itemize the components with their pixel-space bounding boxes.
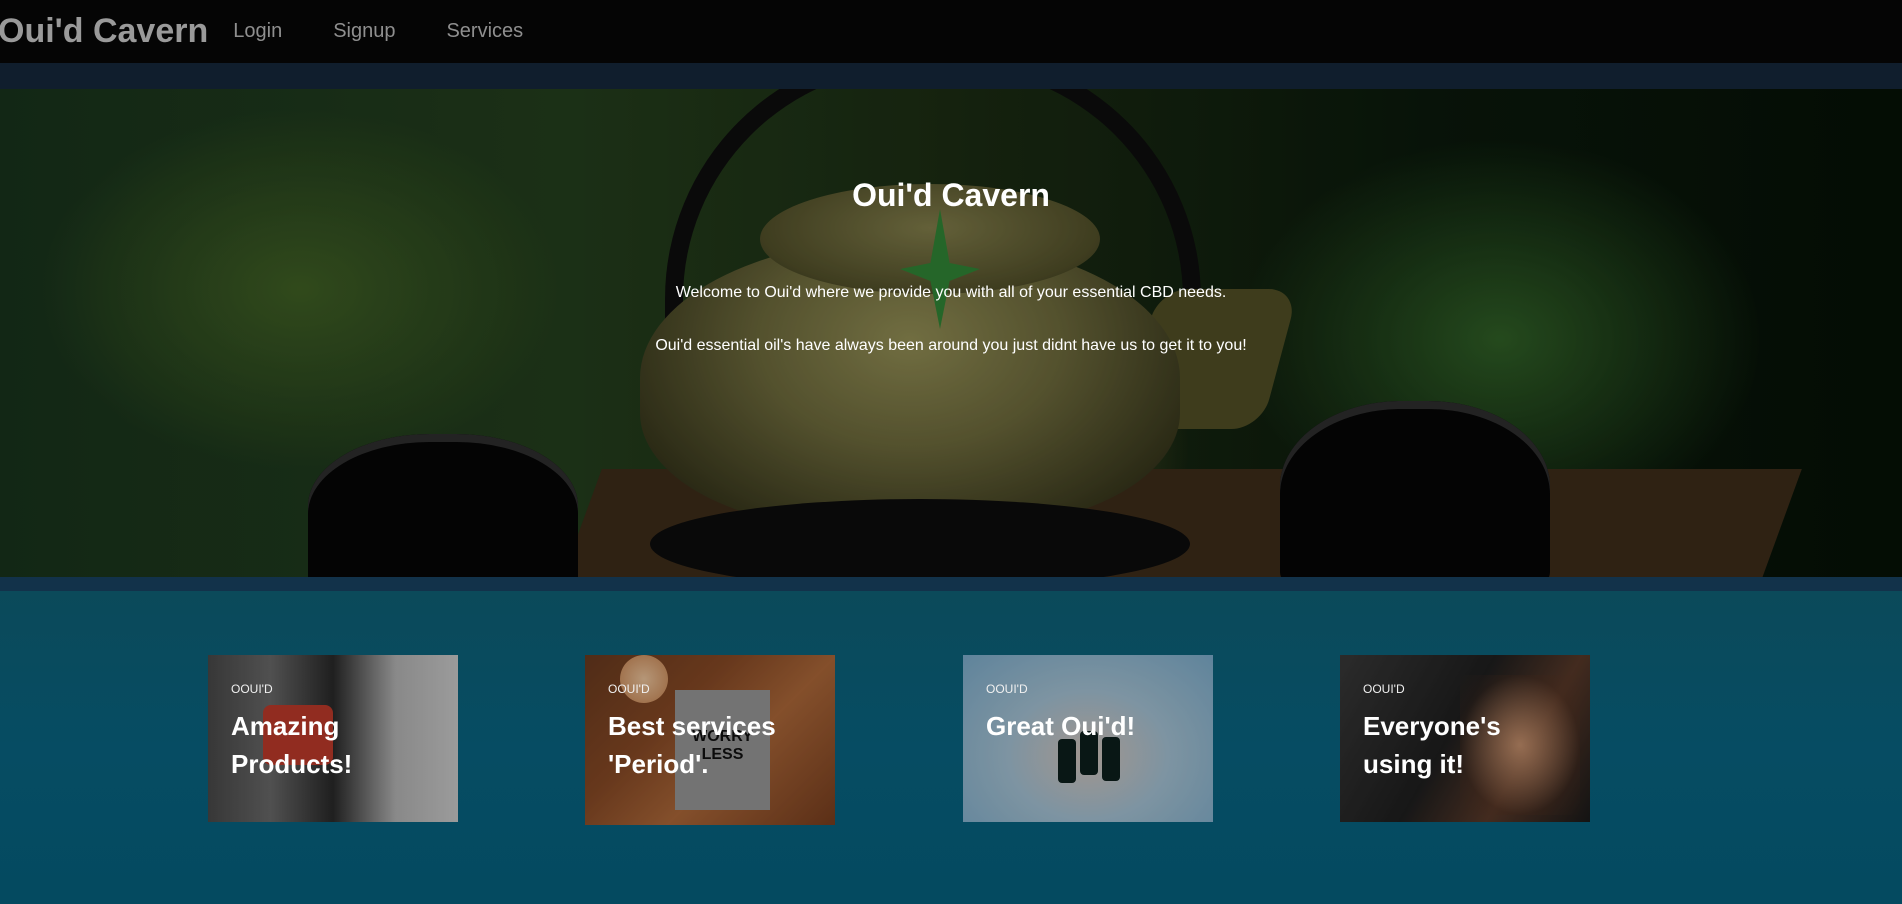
card-amazing-products[interactable]: OOUI'D Amazing Products! [208,655,458,822]
card-title: Amazing Products! [231,711,353,779]
hero-bottom-band [0,577,1902,591]
card-kicker: OOUI'D [608,682,650,696]
hero-top-band [0,63,1902,90]
card-title: Best services 'Period'. [608,711,776,779]
hero-welcome-text: Welcome to Oui'd where we provide you wi… [675,284,1227,301]
card-title: Everyone's using it! [1363,711,1501,779]
hero-subtext: Oui'd essential oil's have always been a… [655,337,1247,354]
card-kicker: OOUI'D [986,682,1028,696]
card-everyone-using[interactable]: OOUI'D Everyone's using it! [1340,655,1590,822]
top-navbar: Oui'd Cavern Login Signup Services [0,0,1902,63]
hero-title: Oui'd Cavern [852,177,1050,213]
card-kicker: OOUI'D [1363,682,1405,696]
nav-login-link[interactable]: Login [233,20,282,43]
hero-overlay [0,89,1902,577]
card-title: Great Oui'd! [986,711,1136,741]
card-best-services[interactable]: WORRY LESS OOUI'D Best services 'Period'… [585,655,835,825]
brand-logo-link[interactable]: Oui'd Cavern [0,12,208,51]
hero-section: Oui'd Cavern Welcome to Oui'd where we p… [0,89,1902,577]
nav-services-link[interactable]: Services [446,20,523,43]
nav-signup-link[interactable]: Signup [333,20,395,43]
cards-section: OOUI'D Amazing Products! WORRY LESS OOUI… [0,591,1902,904]
card-kicker: OOUI'D [231,682,273,696]
card-great-ouid[interactable]: OOUI'D Great Oui'd! [963,655,1213,822]
